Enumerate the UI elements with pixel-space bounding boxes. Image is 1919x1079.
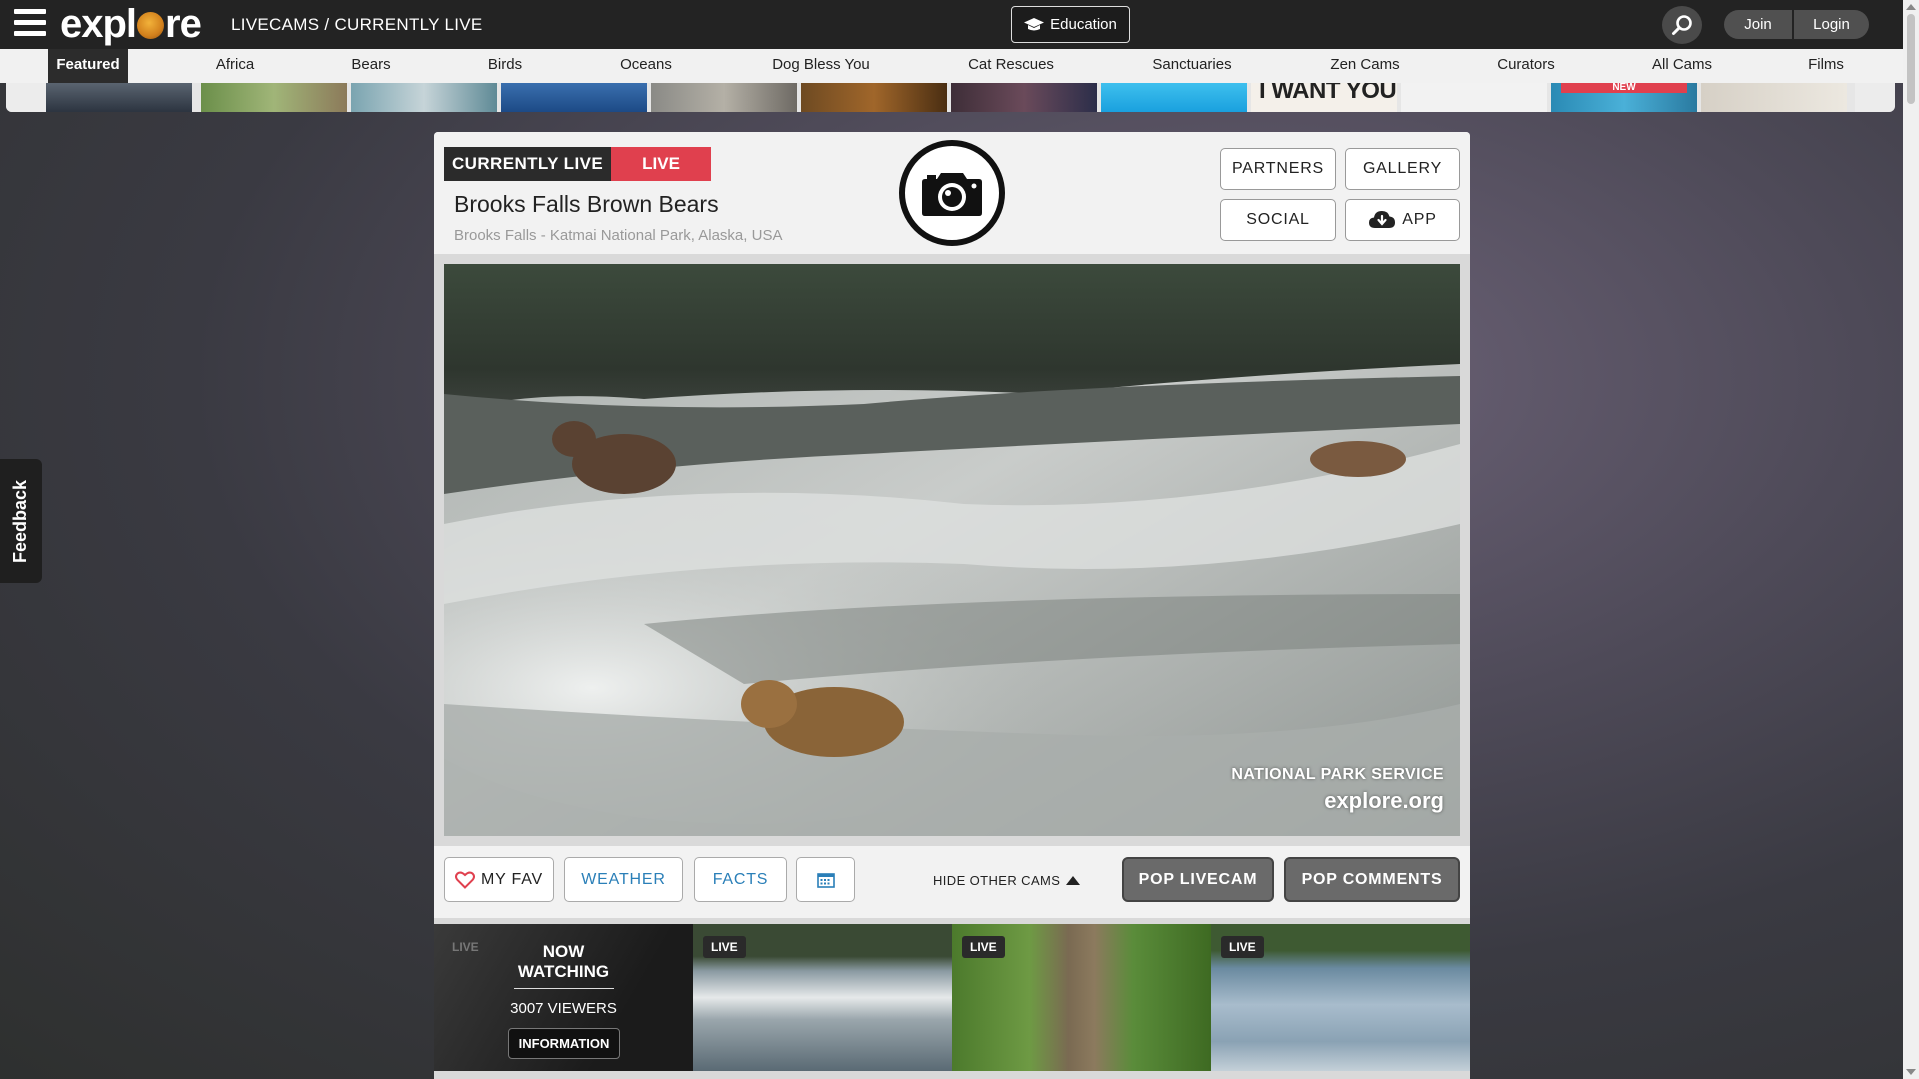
livecam-video[interactable]: NATIONAL PARK SERVICE explore.org bbox=[444, 264, 1460, 836]
cam-thumbnail[interactable]: LIVE bbox=[952, 924, 1211, 1071]
camera-icon bbox=[922, 173, 982, 216]
partners-button[interactable]: PARTNERS bbox=[1220, 148, 1336, 190]
strip-right-arrow[interactable] bbox=[1855, 83, 1895, 112]
thumbnail[interactable] bbox=[1401, 83, 1547, 112]
thumbnail[interactable] bbox=[1101, 83, 1247, 112]
thumbnail[interactable] bbox=[651, 83, 797, 112]
watermark-nps: NATIONAL PARK SERVICE bbox=[1231, 766, 1444, 783]
now-watching-tile: LIVE NOW WATCHING 3007 VIEWERS INFORMATI… bbox=[434, 924, 693, 1071]
pop-livecam-button[interactable]: POP LIVECAM bbox=[1122, 857, 1274, 902]
other-cams-row: LIVE NOW WATCHING 3007 VIEWERS INFORMATI… bbox=[434, 924, 1470, 1079]
live-tag: LIVE bbox=[962, 936, 1005, 958]
weather-button[interactable]: WEATHER bbox=[564, 857, 683, 902]
search-icon bbox=[1672, 15, 1692, 35]
category-dog-bless-you[interactable]: Dog Bless You bbox=[756, 49, 886, 83]
top-bar: expl re LIVECAMS / CURRENTLY LIVE Educati… bbox=[0, 0, 1903, 49]
thumbnail[interactable] bbox=[351, 83, 497, 112]
category-films[interactable]: Films bbox=[1796, 49, 1856, 83]
menu-icon[interactable] bbox=[14, 9, 46, 39]
feedback-label: Feedback bbox=[10, 479, 31, 563]
my-fav-button[interactable]: MY FAV bbox=[444, 857, 554, 902]
pop-comments-button[interactable]: POP COMMENTS bbox=[1284, 857, 1460, 902]
explore-logo[interactable]: expl re bbox=[60, 2, 202, 47]
scroll-up-arrow[interactable] bbox=[1906, 4, 1916, 10]
calendar-button[interactable] bbox=[796, 857, 855, 902]
thumbnail-caption: I WANT YOU bbox=[1259, 83, 1397, 104]
graduation-cap-icon bbox=[1024, 17, 1045, 30]
my-fav-label: MY FAV bbox=[480, 870, 543, 888]
thumbnail[interactable] bbox=[46, 83, 192, 112]
breadcrumb: LIVECAMS / CURRENTLY LIVE bbox=[231, 15, 483, 34]
bear bbox=[1310, 441, 1406, 477]
category-featured[interactable]: Featured bbox=[48, 49, 128, 83]
live-tag: LIVE bbox=[703, 936, 746, 958]
cam-thumbnail[interactable]: LIVE bbox=[693, 924, 952, 1071]
category-curators[interactable]: Curators bbox=[1486, 49, 1566, 83]
thumbnail[interactable]: NEW bbox=[1551, 83, 1697, 112]
heart-icon bbox=[454, 871, 475, 889]
logo-globe-icon bbox=[137, 12, 165, 39]
caret-up-icon bbox=[1066, 876, 1081, 885]
video-frame bbox=[444, 264, 1460, 836]
social-button[interactable]: SOCIAL bbox=[1220, 199, 1336, 241]
cam-title: Brooks Falls Brown Bears bbox=[454, 191, 719, 217]
join-button[interactable]: Join bbox=[1724, 10, 1792, 39]
divider bbox=[514, 988, 614, 989]
category-bears[interactable]: Bears bbox=[336, 49, 406, 83]
scroll-thumb[interactable] bbox=[1907, 14, 1915, 104]
category-birds[interactable]: Birds bbox=[470, 49, 540, 83]
new-badge: NEW bbox=[1561, 83, 1687, 93]
app-button[interactable]: APP bbox=[1345, 199, 1460, 241]
now-watching-line2: WATCHING bbox=[517, 962, 610, 981]
hide-other-cams-toggle[interactable]: HIDE OTHER CAMS bbox=[933, 873, 1081, 888]
currently-live-badge: CURRENTLY LIVE LIVE bbox=[444, 147, 712, 181]
category-sanctuaries[interactable]: Sanctuaries bbox=[1142, 49, 1242, 83]
thumbnail[interactable] bbox=[501, 83, 647, 112]
education-button[interactable]: Education bbox=[1011, 6, 1130, 43]
hide-other-cams-label: HIDE OTHER CAMS bbox=[933, 873, 1061, 888]
live-tag: LIVE bbox=[1221, 936, 1264, 958]
thumbnail[interactable]: I WANT YOU bbox=[1251, 83, 1397, 112]
gallery-button[interactable]: GALLERY bbox=[1345, 148, 1460, 190]
cam-thumbnail[interactable]: LIVE bbox=[1211, 924, 1470, 1071]
category-zen-cams[interactable]: Zen Cams bbox=[1318, 49, 1412, 83]
education-label: Education bbox=[1050, 16, 1117, 33]
strip-left-arrow[interactable] bbox=[6, 83, 46, 112]
livecam-panel: CURRENTLY LIVE LIVE Brooks Falls Brown B… bbox=[434, 132, 1470, 1079]
calendar-icon bbox=[816, 872, 835, 888]
live-label: LIVE bbox=[611, 147, 712, 181]
feedback-tab[interactable]: Feedback bbox=[0, 459, 42, 583]
search-button[interactable] bbox=[1662, 6, 1702, 44]
login-button[interactable]: Login bbox=[1794, 10, 1869, 39]
camera-logo bbox=[899, 140, 1005, 246]
currently-live-label: CURRENTLY LIVE bbox=[444, 147, 612, 181]
thumbnail[interactable] bbox=[951, 83, 1097, 112]
now-watching-line1: NOW bbox=[542, 942, 585, 961]
cam-controls-bar: MY FAV WEATHER FACTS HIDE OTHER CAMS POP… bbox=[434, 846, 1470, 918]
page-scrollbar[interactable] bbox=[1903, 0, 1919, 1079]
panel-header: CURRENTLY LIVE LIVE Brooks Falls Brown B… bbox=[434, 132, 1470, 254]
cam-location: Brooks Falls - Katmai National Park, Ala… bbox=[454, 227, 783, 244]
thumbnail[interactable] bbox=[201, 83, 347, 112]
thumbnail[interactable] bbox=[801, 83, 947, 112]
scroll-down-arrow[interactable] bbox=[1906, 1069, 1916, 1075]
category-cat-rescues[interactable]: Cat Rescues bbox=[956, 49, 1066, 83]
watermark-explore: explore.org bbox=[1324, 788, 1444, 813]
app-label: APP bbox=[1402, 211, 1437, 228]
facts-button[interactable]: FACTS bbox=[694, 857, 787, 902]
featured-thumbnail-strip: I WANT YOU NEW bbox=[6, 83, 1895, 112]
thumbnail[interactable] bbox=[1701, 83, 1847, 112]
category-africa[interactable]: Africa bbox=[200, 49, 270, 83]
cloud-download-icon bbox=[1369, 211, 1396, 228]
information-button[interactable]: INFORMATION bbox=[508, 1028, 620, 1059]
now-watching-title: NOW WATCHING bbox=[434, 942, 693, 982]
category-nav: Featured Africa Bears Birds Oceans Dog B… bbox=[0, 49, 1903, 83]
viewer-count: 3007 VIEWERS bbox=[510, 1000, 617, 1017]
category-all-cams[interactable]: All Cams bbox=[1640, 49, 1724, 83]
category-oceans[interactable]: Oceans bbox=[606, 49, 686, 83]
